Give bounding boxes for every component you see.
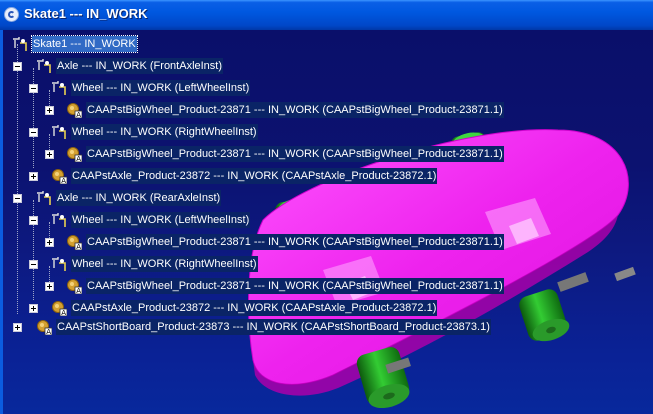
product-icon[interactable] [51,256,67,272]
tree-node[interactable]: A CAAPstAxle_Product-23872 --- IN_WORK (C… [3,300,653,317]
part-icon[interactable]: A [66,278,83,295]
tree-node[interactable]: Wheel --- IN_WORK (RightWheelInst) [3,256,653,272]
tree-node-label[interactable]: Axle --- IN_WORK (FrontAxleInst) [56,58,224,74]
tree-node[interactable]: Wheel --- IN_WORK (LeftWheelInst) [3,212,653,228]
tree-node[interactable]: Axle --- IN_WORK (FrontAxleInst) [3,58,653,74]
specification-tree[interactable]: Skate1 --- IN_WORK Axle --- IN_WORK (Fron… [3,30,653,414]
svg-text:A: A [76,243,81,250]
product-icon[interactable] [36,190,52,206]
window-title: Skate1 --- IN_WORK [24,6,148,21]
tree-node-label[interactable]: Wheel --- IN_WORK (LeftWheelInst) [71,80,251,96]
collapse-icon[interactable] [29,128,38,137]
part-icon[interactable]: A [51,168,68,185]
tree-node[interactable]: Wheel --- IN_WORK (LeftWheelInst) [3,80,653,96]
collapse-icon[interactable] [29,260,38,269]
tree-node[interactable]: A CAAPstShortBoard_Product-23873 --- IN_W… [3,319,653,336]
tree-node-label[interactable]: Skate1 --- IN_WORK [31,35,138,53]
collapse-icon[interactable] [13,62,22,71]
product-icon[interactable] [12,36,28,52]
part-icon[interactable]: A [36,319,53,336]
tree-node-label[interactable]: CAAPstShortBoard_Product-23873 --- IN_WO… [56,319,491,335]
part-icon[interactable]: A [66,146,83,163]
3d-viewport[interactable]: Skate1 --- IN_WORK Axle --- IN_WORK (Fron… [3,30,653,414]
tree-node-label[interactable]: CAAPstBigWheel_Product-23871 --- IN_WORK… [86,102,504,118]
product-icon[interactable] [51,80,67,96]
expand-icon[interactable] [45,106,54,115]
expand-icon[interactable] [13,323,22,332]
part-icon[interactable]: A [51,300,68,317]
tree-node[interactable]: A CAAPstAxle_Product-23872 --- IN_WORK (C… [3,168,653,185]
product-icon[interactable] [51,212,67,228]
collapse-icon[interactable] [29,216,38,225]
svg-text:A: A [61,177,66,184]
tree-node-label[interactable]: CAAPstBigWheel_Product-23871 --- IN_WORK… [86,278,504,294]
svg-text:A: A [46,328,51,335]
tree-node[interactable]: A CAAPstBigWheel_Product-23871 --- IN_WOR… [3,278,653,295]
svg-text:A: A [61,309,66,316]
tree-node-label[interactable]: CAAPstBigWheel_Product-23871 --- IN_WORK… [86,146,504,162]
expand-icon[interactable] [45,238,54,247]
product-icon[interactable] [36,58,52,74]
collapse-icon[interactable] [13,194,22,203]
tree-node-label[interactable]: CAAPstAxle_Product-23872 --- IN_WORK (CA… [71,168,438,184]
expand-icon[interactable] [45,282,54,291]
tree-node[interactable]: Wheel --- IN_WORK (RightWheelInst) [3,124,653,140]
part-icon[interactable]: A [66,234,83,251]
svg-text:A: A [76,287,81,294]
tree-node[interactable]: A CAAPstBigWheel_Product-23871 --- IN_WOR… [3,102,653,119]
tree-node[interactable]: A CAAPstBigWheel_Product-23871 --- IN_WOR… [3,234,653,251]
expand-icon[interactable] [45,150,54,159]
tree-node-label[interactable]: Wheel --- IN_WORK (LeftWheelInst) [71,212,251,228]
tree-node-label[interactable]: Wheel --- IN_WORK (RightWheelInst) [71,256,258,272]
tree-node[interactable]: Axle --- IN_WORK (RearAxleInst) [3,190,653,206]
part-icon[interactable]: A [66,102,83,119]
tree-node-label[interactable]: CAAPstAxle_Product-23872 --- IN_WORK (CA… [71,300,438,316]
product-icon[interactable] [51,124,67,140]
tree-node-label[interactable]: Wheel --- IN_WORK (RightWheelInst) [71,124,258,140]
svg-text:A: A [76,111,81,118]
expand-icon[interactable] [29,172,38,181]
tree-node-label[interactable]: CAAPstBigWheel_Product-23871 --- IN_WORK… [86,234,504,250]
tree-node[interactable]: Skate1 --- IN_WORK [3,35,653,53]
collapse-icon[interactable] [29,84,38,93]
svg-text:A: A [76,155,81,162]
tree-node-label[interactable]: Axle --- IN_WORK (RearAxleInst) [56,190,222,206]
window-titlebar[interactable]: Skate1 --- IN_WORK [0,0,653,30]
expand-icon[interactable] [29,304,38,313]
tree-node[interactable]: A CAAPstBigWheel_Product-23871 --- IN_WOR… [3,146,653,163]
catia-app-icon[interactable] [4,7,19,22]
